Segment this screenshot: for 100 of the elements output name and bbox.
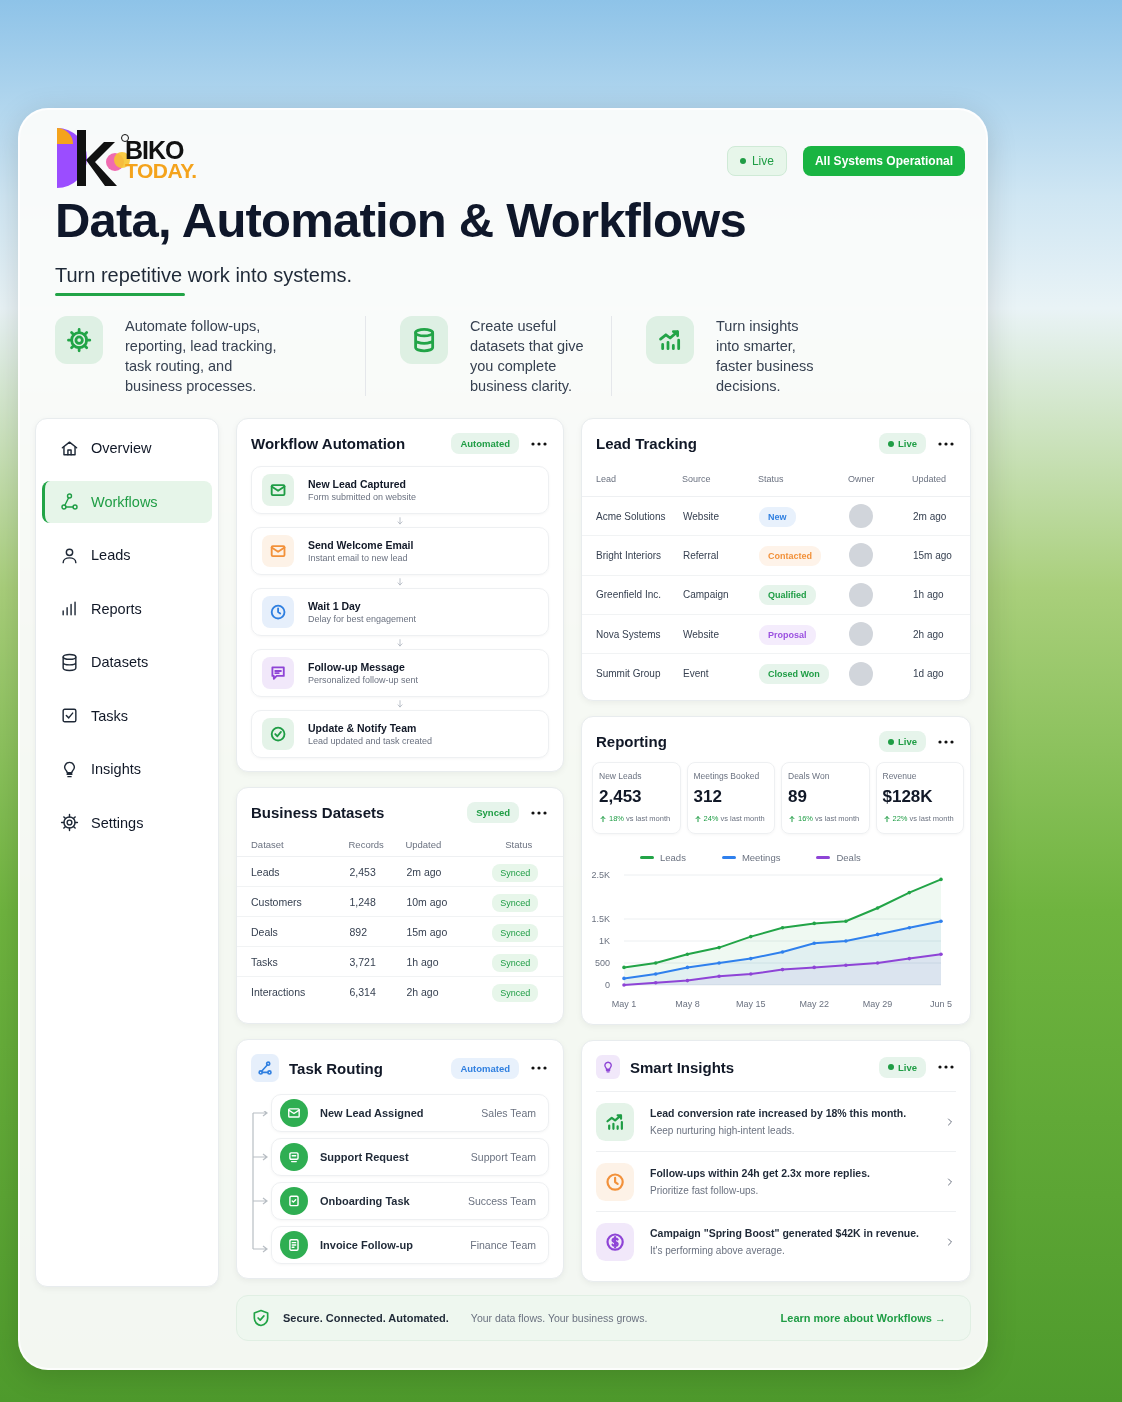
column-header: Dataset (237, 833, 349, 857)
data-point (939, 952, 943, 956)
insight-icon (596, 1222, 634, 1261)
table-cell: Interactions (237, 976, 349, 1007)
data-point (780, 926, 785, 930)
stat-value: $128K (882, 787, 934, 807)
feature-text: Turn insights into smarter, faster business decisions. (716, 317, 815, 396)
step-title: Wait 1 Day (308, 600, 362, 612)
data-point (622, 976, 626, 981)
live-badge: Live (726, 146, 787, 176)
table-cell: 10m ago (405, 886, 475, 917)
status-badge: Live (879, 731, 926, 752)
routing-item[interactable]: Onboarding Task Success Team (271, 1182, 549, 1220)
table-cell: 1d ago (912, 653, 970, 693)
insight-item[interactable]: Lead conversion rate increased by 18% this month. Keep nurturing high-intent leads. (596, 1091, 956, 1151)
card-title: Business Datasets (251, 804, 386, 821)
axis-label: May 15 (736, 999, 766, 1009)
data-point (875, 906, 880, 910)
column-header: Lead (582, 464, 682, 497)
data-point (844, 939, 848, 943)
table-cell: Leads (237, 856, 349, 887)
stat-label: Revenue (882, 771, 918, 781)
feature-icon (646, 316, 694, 364)
data-point (812, 921, 816, 926)
sidebar-item[interactable]: Settings (42, 801, 212, 844)
workflow-step[interactable]: Send Welcome Email Instant email to new lead (251, 527, 549, 575)
sidebar-item[interactable]: Insights (42, 748, 212, 790)
legend-label: Meetings (741, 852, 781, 863)
workflow-step[interactable]: Follow-up Message Personalized follow-up sent (251, 649, 549, 697)
stat-label: Meetings Booked (693, 771, 761, 781)
sidebar-item[interactable]: Tasks (42, 694, 212, 737)
data-point (780, 967, 785, 972)
status-badge: Automated (451, 433, 519, 454)
step-title: Update & Notify Team (308, 722, 418, 734)
task-title: Support Request (320, 1151, 410, 1163)
avatar (849, 543, 873, 568)
data-point (685, 965, 690, 970)
sidebar-item[interactable]: Overview (42, 427, 212, 469)
status-tag: Synced (492, 983, 539, 1002)
workflow-step[interactable]: Update & Notify Team Lead updated and task created (251, 710, 549, 758)
step-subtitle: Personalized follow-up sent (308, 675, 419, 685)
table-cell: Nova Systems (582, 614, 682, 654)
status-tag: Synced (492, 923, 539, 942)
down-arrow-icon (395, 637, 405, 648)
workflow-step[interactable]: New Lead Captured Form submitted on website (251, 466, 549, 514)
team-name: Support Team (470, 1151, 536, 1163)
routing-item[interactable]: New Lead Assigned Sales Team (271, 1094, 549, 1132)
axis-label: 2.5K (591, 870, 610, 880)
task-icon (280, 1143, 308, 1171)
table-cell: Acme Solutions (582, 496, 682, 536)
insight-subtitle: It's performing above average. (650, 1245, 786, 1256)
insight-item[interactable]: Follow-ups within 24h get 2.3x more replies. Prioritize fast follow-ups. (596, 1151, 956, 1211)
nav-icon (60, 545, 79, 565)
data-point (749, 934, 753, 939)
nav-icon (60, 706, 79, 725)
column-header: Status (474, 833, 563, 857)
avatar (849, 504, 873, 529)
table-cell: Summit Group (582, 653, 682, 693)
insight-item[interactable]: Campaign "Spring Boost" generated $42K in revenue. It's performing above average. (596, 1211, 956, 1271)
step-title: Send Welcome Email (308, 539, 414, 551)
card-title: Reporting (596, 733, 668, 750)
table-cell: 892 (348, 916, 406, 947)
workflow-step[interactable]: Wait 1 Day Delay for best engagement (251, 588, 549, 636)
table-cell: 1h ago (405, 946, 475, 977)
stat-value: 312 (693, 787, 723, 807)
table-cell: Referral (682, 535, 758, 576)
routing-item[interactable]: Invoice Follow-up Finance Team (271, 1226, 549, 1264)
sidebar-item[interactable]: Datasets (42, 641, 212, 683)
up-arrow-icon (788, 814, 796, 823)
data-point (844, 963, 848, 967)
status-tag: Contacted (759, 545, 821, 566)
data-point (717, 974, 721, 978)
routing-item[interactable]: Support Request Support Team (271, 1138, 549, 1176)
status-tag: Closed Won (759, 664, 829, 685)
data-point (907, 926, 912, 930)
sidebar-item[interactable]: Leads (42, 534, 212, 576)
feature-icon (55, 316, 103, 364)
stat-value: 2,453 (599, 787, 643, 807)
status-badge: Live (879, 1056, 926, 1078)
table-cell: 1,248 (348, 886, 406, 917)
step-title: New Lead Captured (308, 478, 408, 490)
sidebar-item[interactable]: Reports (42, 587, 212, 630)
down-arrow-icon (395, 698, 405, 709)
footer-title: Secure. Connected. Automated. (283, 1312, 449, 1324)
step-subtitle: Form submitted on website (308, 492, 417, 502)
step-subtitle: Delay for best engagement (308, 614, 417, 624)
data-point (622, 983, 626, 987)
axis-label: 0 (605, 980, 610, 990)
up-arrow-icon (882, 814, 891, 823)
task-icon (280, 1231, 308, 1259)
column-header: Records (348, 833, 406, 857)
status-badge: Automated (451, 1057, 519, 1079)
axis-label: May 22 (799, 999, 829, 1009)
card-title: Lead Tracking (596, 435, 698, 452)
table-cell: 3,721 (348, 946, 406, 977)
table-cell: Customers (237, 886, 349, 917)
step-subtitle: Lead updated and task created (308, 736, 433, 746)
step-subtitle: Instant email to new lead (308, 553, 409, 563)
stat-label: Deals Won (788, 771, 831, 781)
data-point (653, 961, 658, 965)
